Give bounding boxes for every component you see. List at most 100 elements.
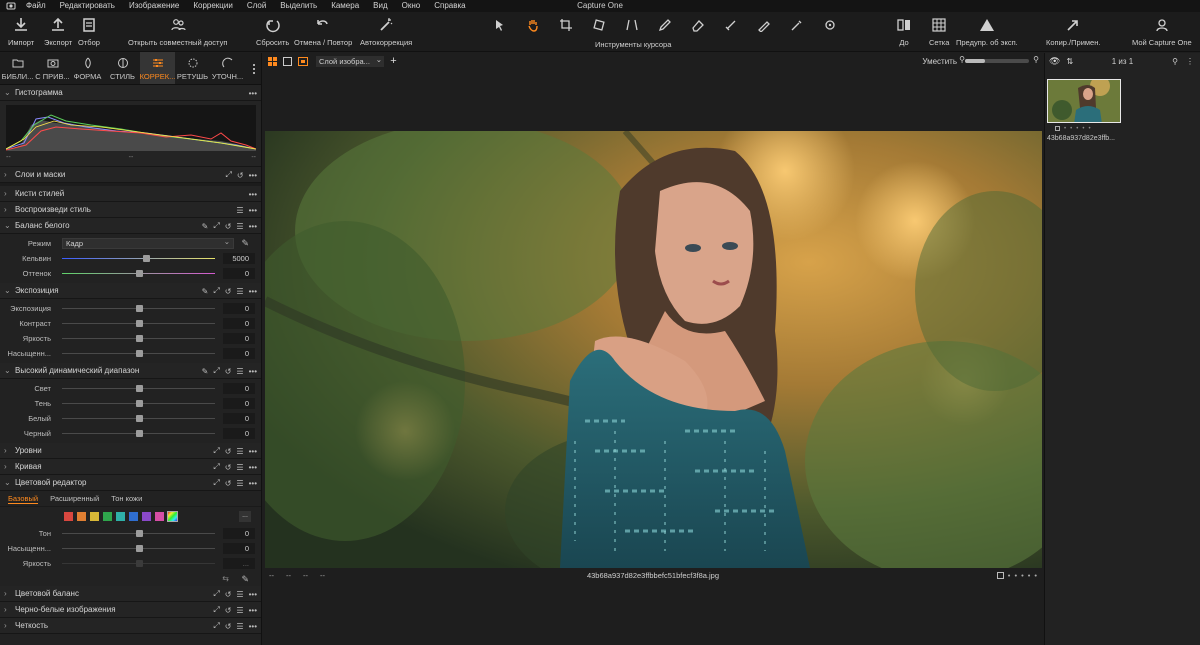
expand-icon[interactable]: ⤢ (213, 366, 219, 376)
eraser-tool-icon[interactable] (686, 18, 710, 32)
import-button[interactable]: Импорт (8, 17, 34, 47)
swatch-yellow[interactable] (90, 511, 99, 521)
white-balance-header[interactable]: ⌄ Баланс белого ✎ ⤢ ↺ ☰ ••• (0, 218, 261, 234)
reset-icon[interactable]: ↺ (225, 463, 232, 472)
list-icon[interactable]: ☰ (236, 479, 243, 488)
swatch-cyan[interactable] (116, 511, 125, 521)
pencil-icon[interactable]: ✎ (202, 287, 209, 296)
slider-thumb[interactable] (135, 430, 143, 437)
reset-button[interactable]: Сбросить (256, 17, 289, 47)
layer-select[interactable]: Слой изобра... (316, 54, 384, 67)
eyedropper-icon[interactable]: ✎ (241, 238, 249, 249)
more-tabs-icon[interactable] (251, 63, 257, 75)
slider-thumb[interactable] (135, 305, 143, 312)
wb-mode-select[interactable]: Кадр (62, 237, 234, 249)
list-icon[interactable]: ☰ (236, 590, 243, 599)
contrast-slider[interactable] (62, 320, 215, 327)
grid-view-icon[interactable] (267, 56, 278, 67)
slider-thumb[interactable] (135, 335, 143, 342)
list-icon[interactable]: ☰ (236, 367, 243, 376)
select-button[interactable]: Отбор (78, 17, 100, 47)
menu-file[interactable]: Файл (18, 0, 53, 12)
more-options-icon[interactable]: ⋮ (1186, 57, 1194, 66)
star-icon[interactable]: • (1014, 571, 1017, 580)
reset-icon[interactable]: ↺ (225, 447, 232, 456)
star-icon[interactable]: • (1064, 126, 1066, 132)
expand-icon[interactable]: ⤢ (213, 286, 219, 296)
copy-apply-button[interactable]: Копир./Примен. (1046, 17, 1100, 47)
slider-thumb[interactable] (135, 400, 143, 407)
slider-thumb[interactable] (135, 545, 143, 552)
slider-thumb[interactable] (135, 270, 143, 277)
highlight-slider[interactable] (62, 385, 215, 392)
star-icon[interactable]: • (1028, 571, 1031, 580)
swatch-blue[interactable] (129, 511, 138, 521)
rating-stars[interactable]: • • • • • (996, 571, 1037, 580)
list-icon[interactable]: ☰ (236, 463, 243, 472)
expand-icon[interactable]: ⤢ (225, 170, 231, 180)
kelvin-slider[interactable] (62, 255, 215, 262)
search-icon[interactable]: ⚲ (1172, 57, 1178, 66)
swatch-purple[interactable] (142, 511, 151, 521)
bw-header[interactable]: › Черно-белые изображения ⤢ ↺ ☰ ••• (0, 602, 261, 618)
exposure-header[interactable]: ⌄ Экспозиция ✎ ⤢ ↺ ☰ ••• (0, 283, 261, 299)
autocorrect-button[interactable]: Автокоррекция (360, 17, 412, 47)
menu-view[interactable]: Вид (366, 0, 394, 12)
tab-advanced[interactable]: Расширенный (50, 494, 99, 503)
layers-header[interactable]: › Слои и маски ⤢ ↺ ••• (0, 167, 261, 183)
swatch-green[interactable] (103, 511, 112, 521)
more-options-icon[interactable]: ••• (249, 206, 257, 215)
add-layer-icon[interactable]: + (388, 55, 399, 67)
brightness-slider[interactable] (62, 335, 215, 342)
style-brushes-header[interactable]: › Кисти стилей ••• (0, 186, 261, 202)
hdr-header[interactable]: ⌄ Высокий динамический диапазон ✎ ⤢ ↺ ☰ … (0, 363, 261, 379)
tab-retouch[interactable]: РЕТУШЬ (175, 52, 210, 84)
star-icon[interactable]: • (1076, 126, 1078, 132)
more-options-icon[interactable]: ••• (249, 171, 257, 180)
more-options-icon[interactable]: ••• (249, 590, 257, 599)
swatch-orange[interactable] (77, 511, 86, 521)
pointer-tool-icon[interactable] (488, 18, 512, 32)
expand-icon[interactable]: ⤢ (213, 605, 219, 615)
saturation-slider[interactable] (62, 350, 215, 357)
exposure-slider[interactable] (62, 305, 215, 312)
list-icon[interactable]: ☰ (236, 606, 243, 615)
overlay-view-icon[interactable] (297, 56, 308, 67)
slider-thumb[interactable] (135, 530, 143, 537)
expand-icon[interactable]: ⤢ (213, 589, 219, 599)
list-icon[interactable]: ☰ (236, 622, 243, 631)
list-icon[interactable]: ☰ (236, 222, 243, 231)
slider-thumb[interactable] (143, 255, 151, 262)
undo-redo-button[interactable]: Отмена / Повтор (294, 17, 352, 47)
thumbnail-rating[interactable]: • • • • • (1055, 126, 1091, 132)
menu-image[interactable]: Изображение (122, 0, 186, 12)
annotation-tool-icon[interactable] (818, 18, 842, 32)
reset-icon[interactable]: ↺ (225, 622, 232, 631)
slider-thumb[interactable] (135, 320, 143, 327)
menu-camera[interactable]: Камера (324, 0, 366, 12)
black-slider[interactable] (62, 430, 215, 437)
star-icon[interactable]: • (1088, 126, 1090, 132)
picker-tool-icon[interactable] (785, 18, 809, 32)
star-icon[interactable]: • (1008, 571, 1011, 580)
single-view-icon[interactable] (282, 56, 293, 67)
export-button[interactable]: Экспорт (44, 17, 72, 47)
tab-style[interactable]: СТИЛЬ (105, 52, 140, 84)
tab-basic[interactable]: Базовый (8, 494, 39, 504)
tint-slider[interactable] (62, 270, 215, 277)
hand-tool-icon[interactable] (521, 18, 545, 32)
more-options-icon[interactable]: ••• (249, 606, 257, 615)
crop-tool-icon[interactable] (554, 18, 578, 32)
reset-icon[interactable]: ↺ (225, 606, 232, 615)
reset-icon[interactable]: ↺ (225, 287, 232, 296)
star-icon[interactable]: • (1021, 571, 1024, 580)
color-balance-header[interactable]: › Цветовой баланс ⤢ ↺ ☰ ••• (0, 586, 261, 602)
reset-icon[interactable]: ↺ (225, 367, 232, 376)
slider-thumb[interactable] (135, 560, 143, 567)
expand-icon[interactable]: ⤢ (213, 621, 219, 631)
zoom-slider[interactable] (965, 59, 1029, 63)
star-icon[interactable]: • (1034, 571, 1037, 580)
list-icon[interactable]: ☰ (236, 287, 243, 296)
slider-thumb[interactable] (135, 350, 143, 357)
color-editor-header[interactable]: ⌄ Цветовой редактор ⤢ ↺ ☰ ••• (0, 475, 261, 491)
